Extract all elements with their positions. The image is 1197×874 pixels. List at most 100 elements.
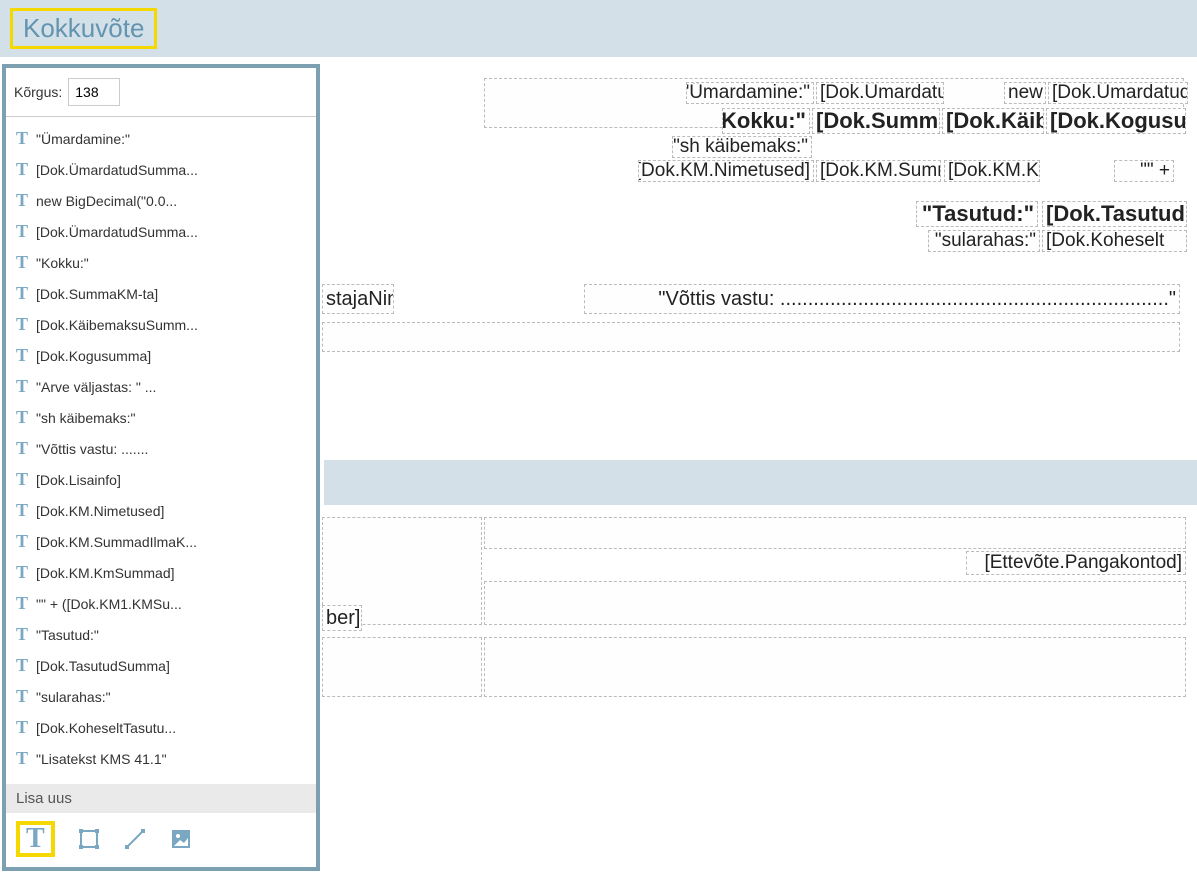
height-control: Kõrgus: [6,68,316,117]
text-icon: T [16,376,28,397]
sidebar-item-label: "Võttis vastu: ....... [36,441,148,457]
text-icon: T [16,717,28,738]
field-umardatud2[interactable]: [Dok.Ümardatud [1048,82,1188,104]
sidebar-item[interactable]: T "Arve väljastas: " ... [6,371,316,402]
sidebar-item[interactable]: T[Dok.KM.SummadIlmaK... [6,526,316,557]
field-kaib[interactable]: [Dok.Käib [942,108,1044,134]
field-foot-mid2[interactable] [484,581,1186,625]
field-sh-label[interactable]: "sh käibemaks:" [672,136,812,158]
field-km-summ[interactable]: [Dok.KM.Summ [816,160,941,182]
sidebar-item[interactable]: T"sularahas:" [6,681,316,712]
sidebar-item[interactable]: T "Lisatekst KMS 41.1" [6,743,316,774]
height-label: Kõrgus: [14,84,62,100]
sidebar-item[interactable]: T[Dok.KM.Nimetused] [6,495,316,526]
field-summa-km[interactable]: [Dok.Summa [812,108,940,134]
field-lisainfo[interactable] [322,322,1180,352]
sidebar-item[interactable]: T [Dok.KoheseltTasutu... [6,712,316,743]
sidebar-item-label: [Dok.ÜmardatudSumma... [36,162,198,178]
image-tool-icon[interactable] [169,827,193,851]
element-list: T"Ümardamine:"T[Dok.ÜmardatudSumma...Tne… [6,117,316,784]
text-icon: T [16,252,28,273]
sidebar-item[interactable]: T "Kokku:" [6,247,316,278]
footer-block: [Ettevõte.Pangakontod] ber] [324,513,1197,713]
sidebar-item-label: "" + ([Dok.KM1.KMSu... [36,596,182,612]
text-icon: T [16,345,28,366]
sidebar-item[interactable]: T [Dok.Lisainfo] [6,464,316,495]
field-kogusu[interactable]: [Dok.Kogusu [1046,108,1186,134]
section-bar-2[interactable] [324,460,1197,505]
sidebar-item-label: "Kokku:" [36,255,89,271]
sidebar-item-label: [Dok.TasutudSumma] [36,658,170,674]
tool-palette: T [6,813,316,867]
sidebar-item-label: [Dok.KoheseltTasutu... [36,720,176,736]
field-ber[interactable]: ber] [322,605,362,631]
text-icon: T [16,128,28,149]
sidebar-item[interactable]: T "" + ([Dok.KM1.KMSu... [6,588,316,619]
text-icon: T [16,500,28,521]
field-foot-mid3[interactable] [484,637,1186,697]
sidebar-item-label: [Dok.Lisainfo] [36,472,121,488]
height-input[interactable] [68,78,120,106]
sidebar-item[interactable]: T "Tasutud:" [6,619,316,650]
field-vottis[interactable]: "Võttis vastu: .........................… [584,284,1180,314]
line-tool-icon[interactable] [123,827,147,851]
field-staja[interactable]: stajaNimi] [322,284,394,314]
field-sularahas-label[interactable]: "sularahas:" [928,230,1040,252]
sidebar-item-label: "Ümardamine:" [36,131,130,147]
sidebar-item[interactable]: T "Ümardamine:" [6,123,316,154]
text-icon: T [16,407,28,428]
sidebar-item-label: "sh käibemaks:" [36,410,135,426]
text-icon: T [16,190,28,211]
text-icon: T [16,314,28,335]
text-icon: T [16,686,28,707]
text-icon: T [16,469,28,490]
sidebar-item-label: [Dok.KM.SummadIlmaK... [36,534,197,550]
section-title[interactable]: Kokkuvõte [10,8,157,49]
sidebar-item[interactable]: T [Dok.ÜmardatudSumma... [6,154,316,185]
rectangle-tool-icon[interactable] [77,827,101,851]
sidebar-item-label: "Lisatekst KMS 41.1" [36,751,167,767]
field-tasutud-label[interactable]: "Tasutud:" [916,201,1038,227]
field-km1[interactable]: "" + [1114,160,1174,182]
text-icon: T [16,655,28,676]
field-pangakontod[interactable]: [Ettevõte.Pangakontod] [966,551,1186,575]
sidebar-item-label: [Dok.ÜmardatudSumma... [36,224,198,240]
field-foot-mid[interactable] [484,517,1186,549]
sidebar-item[interactable]: Tnew BigDecimal("0.0... [6,185,316,216]
text-icon: T [16,562,28,583]
field-kokku-label[interactable]: "Kokku:" [722,108,810,134]
text-tool-icon[interactable]: T [16,821,55,857]
sidebar-item-label: "Arve väljastas: " ... [36,379,156,395]
field-koheselt[interactable]: [Dok.Koheselt [1042,230,1187,252]
summary-block: "Ümardamine:" [Dok.Ümardatud new [Dok.Üm… [324,70,1197,360]
field-umardatud1[interactable]: [Dok.Ümardatud [816,82,944,104]
sidebar-item[interactable]: T[Dok.SummaKM-ta] [6,278,316,309]
field-foot-left2[interactable] [322,637,482,697]
sidebar-item-label: "Tasutud:" [36,627,99,643]
text-icon: T [16,283,28,304]
sidebar-item[interactable]: T "Võttis vastu: ....... [6,433,316,464]
field-tasutud-val[interactable]: [Dok.Tasutud [1042,201,1187,227]
field-newdec[interactable]: new [1004,82,1046,104]
sidebar-item-label: new BigDecimal("0.0... [36,193,177,209]
text-icon: T [16,159,28,180]
sidebar-item[interactable]: T [Dok.KäibemaksuSumm... [6,309,316,340]
sidebar-item-label: [Dok.Kogusumma] [36,348,151,364]
field-km-kn[interactable]: [Dok.KM.Kn [944,160,1040,182]
section-header: Kokkuvõte [0,0,1197,57]
field-umardamine-label[interactable]: "Ümardamine:" [686,82,814,104]
sidebar-item-label: [Dok.KäibemaksuSumm... [36,317,198,333]
sidebar-item[interactable]: T [Dok.TasutudSumma] [6,650,316,681]
sidebar-item-label: [Dok.KM.KmSummad] [36,565,174,581]
field-km-nim[interactable]: [Dok.KM.Nimetused] [638,160,814,182]
text-icon: T [16,748,28,769]
text-icon: T [16,624,28,645]
text-icon: T [16,593,28,614]
sidebar-item[interactable]: T "sh käibemaks:" [6,402,316,433]
sidebar-item[interactable]: T[Dok.ÜmardatudSumma... [6,216,316,247]
text-icon: T [16,438,28,459]
sidebar-item[interactable]: T [Dok.KM.KmSummad] [6,557,316,588]
add-new-label: Lisa uus [6,784,316,813]
sidebar-panel: Kõrgus: T"Ümardamine:"T[Dok.ÜmardatudSum… [2,64,320,871]
sidebar-item[interactable]: T [Dok.Kogusumma] [6,340,316,371]
